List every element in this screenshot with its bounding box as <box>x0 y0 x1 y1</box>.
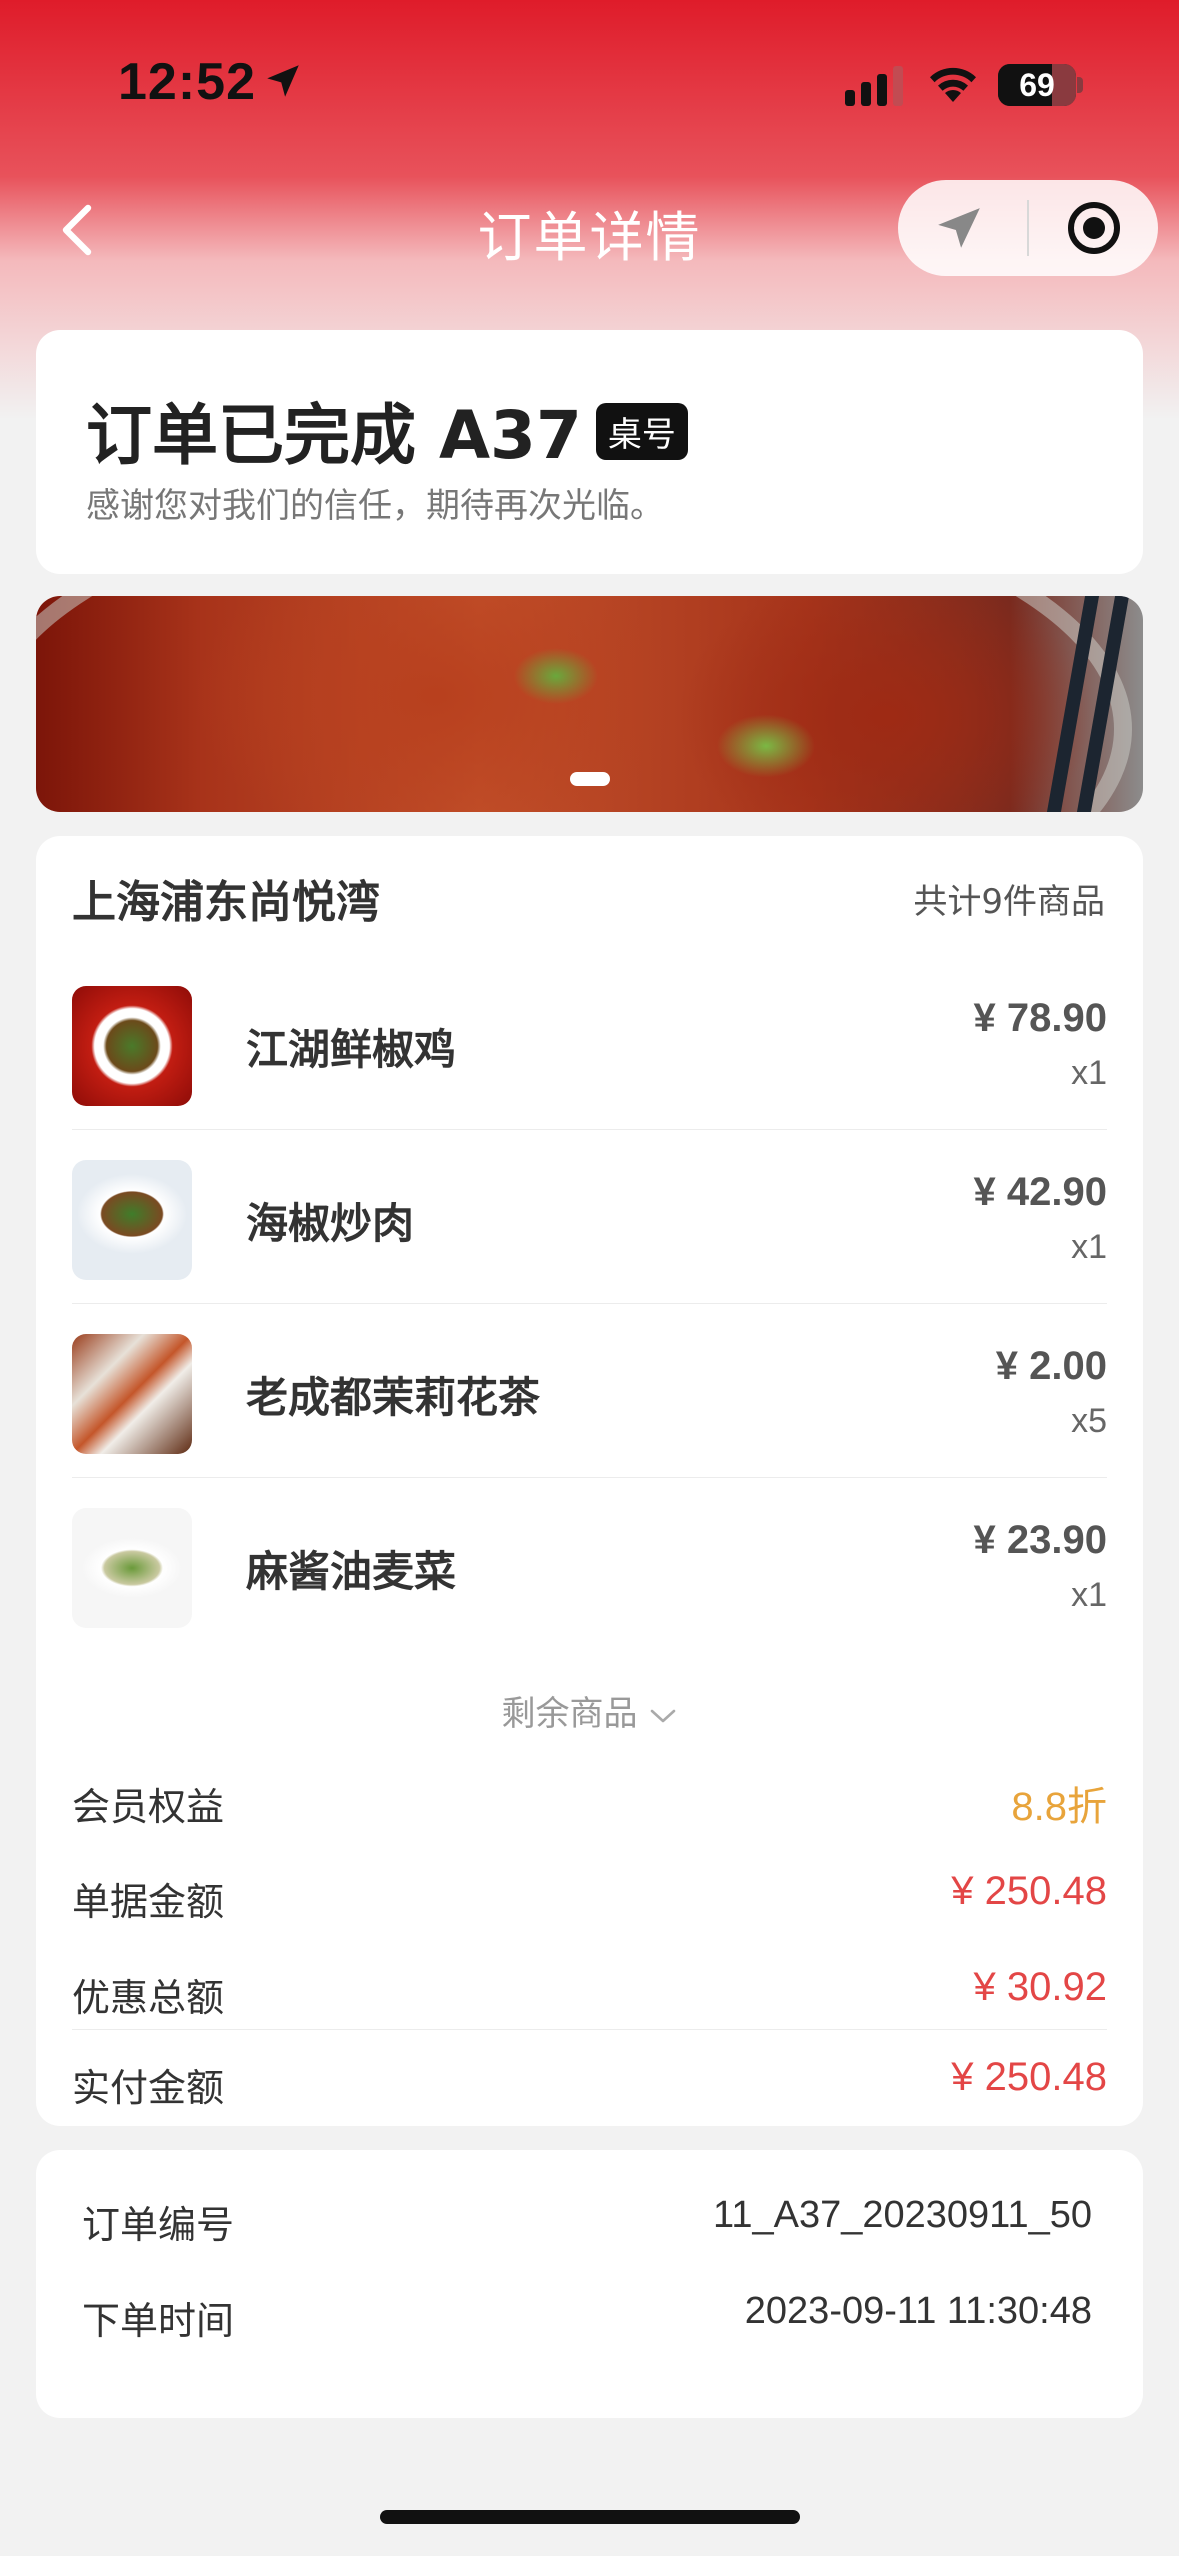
summary-value: ¥ 250.48 <box>951 2055 1107 2099</box>
summary-paid-amount: 实付金额 ¥ 250.48 <box>72 2029 1107 2119</box>
summary-bill-amount: 单据金额 ¥ 250.48 <box>72 1851 1107 1941</box>
order-number-row: 订单编号 11_A37_20230911_50 <box>82 2178 1092 2258</box>
item-price: ¥ 78.90 <box>973 996 1107 1040</box>
order-number-label: 订单编号 <box>82 2203 235 2247</box>
order-status-card: 订单已完成 A37 桌号 感谢您对我们的信任，期待再次光临。 <box>36 330 1143 574</box>
summary-value: 8.8折 <box>1011 1785 1107 1829</box>
item-quantity: x1 <box>1071 1576 1107 1614</box>
battery-level: 69 <box>1019 67 1055 103</box>
summary-label: 优惠总额 <box>72 1976 225 2020</box>
cellular-signal-icon <box>845 66 903 106</box>
show-more-items-button[interactable]: 剩余商品 <box>36 1686 1143 1735</box>
list-item[interactable]: 江湖鲜椒鸡 ¥ 78.90 x1 <box>72 956 1107 1130</box>
list-item[interactable]: 海椒炒肉 ¥ 42.90 x1 <box>72 1130 1107 1304</box>
show-more-label: 剩余商品 <box>501 1694 638 1734</box>
order-info-card: 订单编号 11_A37_20230911_50 下单时间 2023-09-11 … <box>36 2150 1143 2418</box>
item-name: 老成都茉莉花茶 <box>246 1373 541 1422</box>
location-arrow-icon <box>267 65 299 97</box>
summary-label: 单据金额 <box>72 1880 225 1924</box>
summary-discount-total: 优惠总额 ¥ 30.92 <box>72 1947 1107 2037</box>
nav-bar: 订单详情 <box>0 175 1179 285</box>
item-quantity: x1 <box>1071 1228 1107 1266</box>
banner-page-indicator <box>570 772 610 786</box>
item-name: 海椒炒肉 <box>246 1199 415 1248</box>
home-indicator[interactable] <box>380 2510 800 2524</box>
item-price: ¥ 23.90 <box>973 1518 1107 1562</box>
list-item[interactable]: 老成都茉莉花茶 ¥ 2.00 x5 <box>72 1304 1107 1478</box>
store-name: 上海浦东尚悦湾 <box>72 877 380 928</box>
order-status-title: 订单已完成 A37 桌号 <box>86 382 688 478</box>
chevron-down-icon <box>650 1709 675 1722</box>
item-quantity: x1 <box>1071 1054 1107 1092</box>
list-item[interactable]: 麻酱油麦菜 ¥ 23.90 x1 <box>72 1478 1107 1652</box>
item-name: 麻酱油麦菜 <box>246 1547 457 1596</box>
order-status-text: 订单已完成 A37 <box>86 397 582 474</box>
summary-label: 实付金额 <box>72 2066 225 2110</box>
battery-cap <box>1077 77 1083 93</box>
item-name: 江湖鲜椒鸡 <box>246 1025 457 1074</box>
wifi-icon <box>930 67 976 102</box>
mini-program-capsule <box>898 180 1158 276</box>
summary-divider <box>72 2029 1107 2030</box>
item-price: ¥ 2.00 <box>995 1344 1107 1388</box>
item-quantity: x5 <box>1071 1402 1107 1440</box>
item-price: ¥ 42.90 <box>973 1170 1107 1214</box>
order-time-value: 2023-09-11 11:30:48 <box>744 2290 1092 2332</box>
order-items-card: 上海浦东尚悦湾 共计9件商品 江湖鲜椒鸡 ¥ 78.90 x1 海椒炒肉 ¥ 4… <box>36 836 1143 2126</box>
summary-value: ¥ 250.48 <box>951 1869 1107 1913</box>
order-number-value[interactable]: 11_A37_20230911_50 <box>713 2194 1092 2237</box>
order-time-label: 下单时间 <box>82 2299 235 2343</box>
record-target-icon[interactable] <box>1066 200 1122 256</box>
status-time: 12:52 <box>118 53 256 111</box>
capsule-divider <box>1027 200 1029 256</box>
item-count: 共计9件商品 <box>913 882 1105 922</box>
summary-value: ¥ 30.92 <box>973 1965 1107 2009</box>
summary-member-benefit: 会员权益 8.8折 <box>72 1756 1107 1846</box>
promo-banner[interactable] <box>36 596 1143 812</box>
dish-image <box>72 1334 192 1454</box>
share-location-icon[interactable] <box>934 204 984 254</box>
order-status-subtitle: 感谢您对我们的信任，期待再次光临。 <box>86 486 664 526</box>
summary-label: 会员权益 <box>72 1785 225 1829</box>
status-bar: 12:52 69 <box>0 0 1179 170</box>
table-number-badge: 桌号 <box>595 403 688 461</box>
battery-icon: 69 <box>998 64 1076 106</box>
order-time-row: 下单时间 2023-09-11 11:30:48 <box>82 2274 1092 2354</box>
dish-image <box>72 986 192 1106</box>
dish-image <box>72 1508 192 1628</box>
dish-image <box>72 1160 192 1280</box>
